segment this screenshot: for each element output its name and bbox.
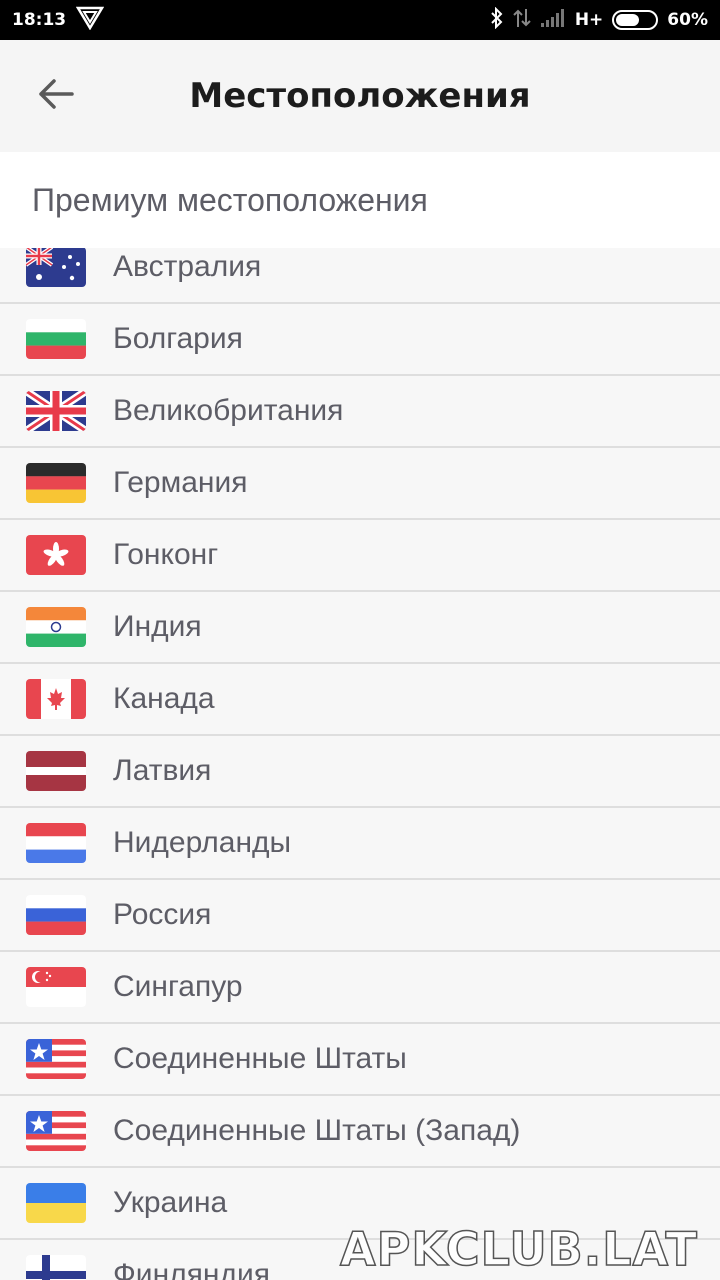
location-name: Австралия bbox=[113, 250, 262, 283]
flag-ua-icon bbox=[26, 1183, 86, 1223]
location-name: Нидерланды bbox=[113, 826, 292, 859]
location-row[interactable]: Сингапур bbox=[0, 952, 720, 1024]
status-bar: 18:13 H+ 60% bbox=[0, 0, 720, 40]
data-transfer-icon bbox=[513, 7, 531, 34]
location-name: Индия bbox=[113, 610, 202, 643]
location-name: Финляндия bbox=[113, 1258, 270, 1280]
location-name: Канада bbox=[113, 682, 215, 715]
locations-list: Австралия Болгария Великобритания Германия Г… bbox=[0, 232, 720, 1280]
app-bar: Местоположения bbox=[0, 40, 720, 152]
location-row[interactable]: Индия bbox=[0, 592, 720, 664]
status-time: 18:13 bbox=[12, 10, 67, 30]
back-button[interactable] bbox=[24, 62, 88, 126]
location-row[interactable]: Соединенные Штаты (Запад) bbox=[0, 1096, 720, 1168]
network-type: H+ bbox=[574, 10, 604, 30]
location-row[interactable]: Болгария bbox=[0, 304, 720, 376]
location-name: Россия bbox=[113, 898, 212, 931]
signal-icon bbox=[540, 8, 566, 33]
location-name: Украина bbox=[113, 1186, 228, 1219]
flag-in-icon bbox=[26, 607, 86, 647]
location-row[interactable]: Латвия bbox=[0, 736, 720, 808]
location-name: Великобритания bbox=[113, 394, 344, 427]
battery-icon bbox=[612, 10, 659, 30]
section-header: Премиум местоположения bbox=[0, 152, 720, 248]
arrow-left-icon bbox=[39, 79, 74, 109]
flag-au-icon bbox=[26, 247, 86, 287]
location-row[interactable]: Соединенные Штаты bbox=[0, 1024, 720, 1096]
location-row[interactable]: Канада bbox=[0, 664, 720, 736]
flag-us-icon bbox=[26, 1111, 86, 1151]
flag-gb-icon bbox=[26, 391, 86, 431]
flag-ca-icon bbox=[26, 679, 86, 719]
flag-ru-icon bbox=[26, 895, 86, 935]
flag-lv-icon bbox=[26, 751, 86, 791]
location-name: Соединенные Штаты bbox=[113, 1042, 407, 1075]
location-name: Сингапур bbox=[113, 970, 243, 1003]
location-name: Болгария bbox=[113, 322, 243, 355]
flag-us-icon bbox=[26, 1039, 86, 1079]
page-title: Местоположения bbox=[189, 76, 531, 116]
flag-sg-icon bbox=[26, 967, 86, 1007]
flag-bg-icon bbox=[26, 319, 86, 359]
location-name: Латвия bbox=[113, 754, 212, 787]
location-row[interactable]: Германия bbox=[0, 448, 720, 520]
flag-hk-icon bbox=[26, 535, 86, 575]
flag-fi-icon bbox=[26, 1255, 86, 1280]
location-row[interactable]: Россия bbox=[0, 880, 720, 952]
flag-de-icon bbox=[26, 463, 86, 503]
location-row[interactable]: Нидерланды bbox=[0, 808, 720, 880]
location-name: Германия bbox=[113, 466, 248, 499]
flag-nl-icon bbox=[26, 823, 86, 863]
battery-percent: 60% bbox=[667, 10, 708, 30]
bluetooth-icon bbox=[490, 6, 504, 34]
location-row[interactable]: Великобритания bbox=[0, 376, 720, 448]
watermark: APKCLUB.LAT bbox=[339, 1221, 698, 1277]
screen: 18:13 H+ 60% Местоположения Премиум мест… bbox=[0, 0, 720, 1280]
location-row[interactable]: Гонконг bbox=[0, 520, 720, 592]
vpn-shield-icon bbox=[75, 6, 105, 35]
location-name: Гонконг bbox=[113, 538, 219, 571]
location-name: Соединенные Штаты (Запад) bbox=[113, 1114, 521, 1147]
